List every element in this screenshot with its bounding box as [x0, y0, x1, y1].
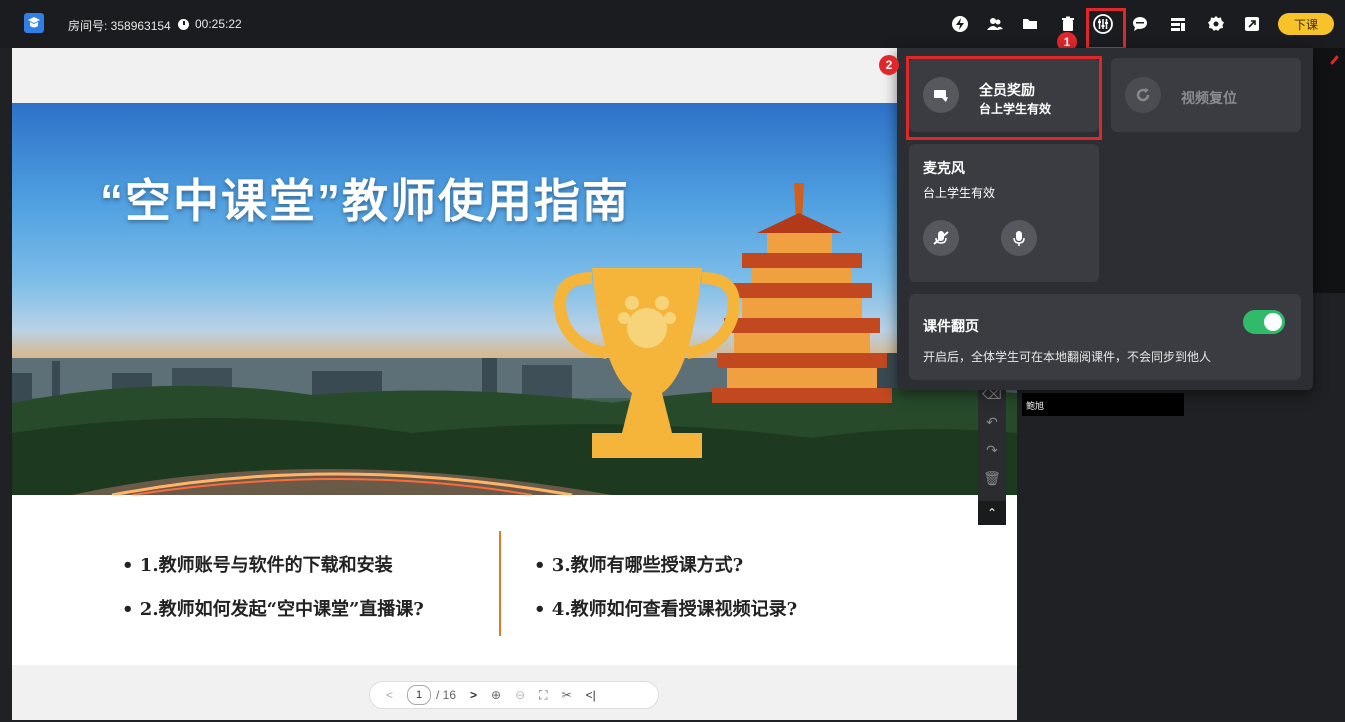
highlight-box-1 — [1086, 8, 1126, 50]
student-name: 鲍旭 — [1026, 401, 1045, 411]
page-navigator: < 1 / 16 > ⊕ ⊖ ⛶ ✂ <| — [369, 681, 659, 709]
prev-page-icon[interactable]: < — [386, 688, 393, 702]
video-reset-title: 视频复位 — [1181, 90, 1237, 106]
annotation-badge-2: 2 — [879, 55, 899, 75]
page-turn-description: 开启后，全体学生可在本地翻阅课件，不会同步到他人 — [923, 350, 1212, 364]
room-number: 房间号: 358963154 — [68, 19, 171, 33]
end-class-button[interactable]: 下课 — [1278, 13, 1334, 35]
total-pages: / 16 — [436, 688, 457, 702]
bullet-divider — [499, 531, 501, 636]
fullscreen-icon[interactable]: ⛶ — [539, 688, 547, 703]
page-indicator: 1 / 16 — [407, 685, 456, 705]
slide-title: “空中课堂”教师使用指南 — [100, 175, 630, 227]
layout-icon[interactable] — [1168, 14, 1188, 34]
class-timer: 00:25:22 — [178, 17, 242, 31]
page-turn-card: 课件翻页 开启后，全体学生可在本地翻阅课件，不会同步到他人 — [909, 294, 1301, 380]
undo-icon[interactable]: ↶ — [978, 408, 1006, 436]
timer-value: 00:25:22 — [195, 17, 242, 31]
microphone-card: 麦克风 台上学生有效 — [909, 144, 1099, 282]
redo-icon[interactable]: ↷ — [978, 436, 1006, 464]
chevron-up-icon[interactable]: ⌃ — [978, 501, 1006, 525]
slide-top-strip — [12, 48, 1017, 103]
bullet-item: • 3.教师有哪些授课方式? — [534, 555, 744, 576]
slide-bullets-area: • 1.教师账号与软件的下载和安装 • 2.教师如何发起“空中课堂”直播课? •… — [12, 495, 1017, 665]
collapse-icon[interactable]: <| — [586, 688, 596, 702]
refresh-icon — [1125, 77, 1161, 113]
highlight-box-2 — [906, 56, 1102, 140]
zoom-out-icon[interactable]: ⊖ — [515, 688, 525, 702]
trash-icon[interactable] — [1058, 14, 1078, 34]
lightning-icon[interactable] — [950, 14, 970, 34]
microphone-subtitle: 台上学生有效 — [923, 186, 996, 200]
mute-all-icon[interactable] — [923, 220, 959, 256]
page-turn-title: 课件翻页 — [923, 318, 979, 334]
bullet-item: • 4.教师如何查看授课视频记录? — [534, 599, 798, 620]
settings-icon[interactable] — [1206, 14, 1226, 34]
bullet-item: • 2.教师如何发起“空中课堂”直播课? — [122, 599, 424, 620]
microphone-title: 麦克风 — [923, 160, 965, 176]
zoom-in-icon[interactable]: ⊕ — [491, 688, 501, 702]
city-skyline-illustration — [12, 183, 1017, 495]
courseware-stage: “空中课堂”教师使用指南 • 1.教师账号与软件的下载和安装 • 2.教师如何发… — [12, 48, 1017, 720]
bullet-item: • 1.教师账号与软件的下载和安装 — [122, 555, 393, 576]
student-video-tile[interactable]: 鲍旭 — [1022, 393, 1184, 416]
slide-banner-image: “空中课堂”教师使用指南 — [12, 103, 1017, 495]
window-icon[interactable] — [1242, 14, 1262, 34]
app-logo-icon — [24, 13, 44, 33]
cut-icon[interactable]: ✂ — [562, 688, 572, 702]
clock-icon — [178, 18, 189, 30]
next-page-icon[interactable]: > — [470, 688, 477, 702]
folder-icon[interactable] — [1020, 14, 1040, 34]
unmute-all-icon[interactable] — [1001, 220, 1037, 256]
current-page-input[interactable]: 1 — [407, 685, 432, 705]
page-turn-toggle[interactable] — [1243, 310, 1285, 334]
chat-icon[interactable] — [1130, 14, 1150, 34]
drawing-toolbar: ⌫ ↶ ↷ 🗑 ⌃ — [978, 380, 1006, 525]
top-bar: 房间号: 358963154 00:25:22 下课 — [0, 0, 1345, 48]
slide-footer: < 1 / 16 > ⊕ ⊖ ⛶ ✂ <| — [12, 665, 1017, 720]
video-reset-card[interactable]: 视频复位 — [1111, 58, 1301, 132]
delete-icon[interactable]: 🗑 — [978, 464, 1006, 492]
users-icon[interactable] — [985, 14, 1005, 34]
